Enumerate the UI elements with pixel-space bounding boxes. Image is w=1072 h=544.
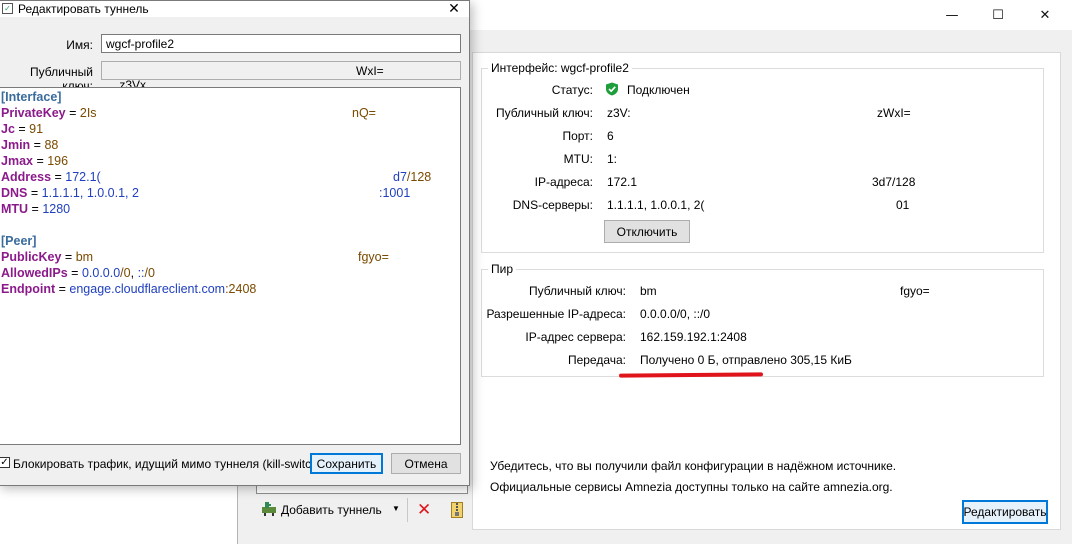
dns-key: DNS xyxy=(1,186,28,200)
allowed-ips-label: Разрешенные IP-адреса: xyxy=(486,307,626,321)
maximize-button[interactable]: ☐ xyxy=(975,0,1021,30)
peer-section-header: [Peer] xyxy=(1,234,37,248)
privatekey-key: PrivateKey xyxy=(1,106,66,120)
jmin-value: 88 xyxy=(44,138,59,152)
interface-pubkey-end: zWxI= xyxy=(877,106,911,120)
delete-icon: ✕ xyxy=(417,500,432,520)
allowedips-mask2: /0 xyxy=(144,266,155,280)
endpoint-key: Endpoint xyxy=(1,282,56,296)
dialog-close-button[interactable]: ✕ xyxy=(439,1,469,17)
jc-value: 91 xyxy=(29,122,44,136)
transfer-label: Передача: xyxy=(567,353,626,367)
transfer-value: Получено 0 Б, отправлено 305,15 КиБ xyxy=(640,353,852,367)
endpoint-port: :2408 xyxy=(225,282,257,296)
dialog-title: Редактировать туннель xyxy=(18,2,149,16)
port-label: Порт: xyxy=(562,129,593,143)
minimize-button[interactable]: — xyxy=(929,0,975,30)
allowed-ips-value: 0.0.0.0/0, ::/0 xyxy=(640,307,711,321)
mtu-key: MTU xyxy=(1,202,29,216)
ip-addresses-end: 3d7/128 xyxy=(872,175,916,189)
allowedips-key: AllowedIPs xyxy=(1,266,68,280)
server-ip-label: IP-адрес сервера: xyxy=(525,330,626,344)
jmax-value: 196 xyxy=(47,154,69,168)
add-tunnel-button[interactable]: Добавить туннель ▼ xyxy=(259,500,409,520)
interface-group-title: Интерфейс: wgcf-profile2 xyxy=(488,61,632,75)
peer-pubkey-end: fgyo= xyxy=(900,284,930,298)
toolbar-separator xyxy=(407,498,408,522)
ip-addresses-start: 172.1 xyxy=(607,175,638,189)
export-tunnels-button[interactable] xyxy=(449,500,467,520)
jmax-key: Jmax xyxy=(1,154,33,168)
security-note-line1: Убедитесь, что вы получили файл конфигур… xyxy=(490,459,897,473)
shield-check-icon xyxy=(605,82,619,96)
dialog-pubkey-end: WxI= xyxy=(356,64,384,78)
status-label: Статус: xyxy=(551,83,593,97)
allowedips-mask1: /0 xyxy=(120,266,131,280)
disconnect-button[interactable]: Отключить xyxy=(604,220,690,243)
jc-key: Jc xyxy=(1,122,15,136)
dns-servers-start: 1.1.1.1, 1.0.0.1, 2( xyxy=(607,198,705,212)
security-note-line2: Официальные сервисы Amnezia доступны тол… xyxy=(490,480,893,494)
chevron-down-icon[interactable]: ▼ xyxy=(392,504,400,513)
jmin-key: Jmin xyxy=(1,138,31,152)
address-start: 172.1( xyxy=(65,170,101,184)
config-editor[interactable]: [Interface] PrivateKey = 2Is nQ= Jc = 91 … xyxy=(0,87,461,445)
mtu-value: 1: xyxy=(607,152,618,166)
peer-pubkey-start: bm xyxy=(640,284,657,298)
privatekey-end: nQ= xyxy=(352,106,376,120)
status-value: Подключен xyxy=(627,83,690,97)
name-label: Имя: xyxy=(66,38,93,52)
publickey-key: PublicKey xyxy=(1,250,62,264)
add-tunnel-label: Добавить туннель xyxy=(281,503,382,517)
close-button[interactable]: ✕ xyxy=(1022,0,1068,30)
dns-servers-end: 01 xyxy=(896,198,910,212)
dns-servers-label: DNS-серверы: xyxy=(512,198,593,212)
peer-pubkey-label: Публичный ключ: xyxy=(528,284,626,298)
zip-archive-icon xyxy=(451,502,463,518)
ip-addresses-label: IP-адреса: xyxy=(534,175,593,189)
interface-pubkey-start: z3V: xyxy=(607,106,631,120)
publickey-end: fgyo= xyxy=(358,250,389,264)
killswitch-checkbox[interactable]: ✓ xyxy=(0,457,10,468)
delete-tunnel-button[interactable]: ✕ xyxy=(415,500,435,520)
endpoint-host: engage.cloudflareclient.com xyxy=(69,282,226,296)
edit-tunnel-dialog: ✓ Редактировать туннель ✕ Имя: wgcf-prof… xyxy=(0,0,470,486)
interface-pubkey-label: Публичный ключ: xyxy=(495,106,593,120)
allowedips-ip1: 0.0.0.0 xyxy=(81,266,121,280)
killswitch-label: Блокировать трафик, идущий мимо туннеля … xyxy=(13,457,322,471)
mtu-value-config: 1280 xyxy=(42,202,71,216)
edit-button[interactable]: Редактировать xyxy=(962,500,1048,524)
dialog-titlebar: ✓ Редактировать туннель ✕ xyxy=(0,1,469,17)
allowedips-ip2: :: xyxy=(137,266,145,280)
save-button[interactable]: Сохранить xyxy=(310,453,383,474)
dialog-pubkey-field[interactable]: z3Vx WxI= xyxy=(101,61,461,92)
address-end-mask: /128 xyxy=(406,170,432,184)
address-end-ip: d7 xyxy=(393,170,407,184)
cancel-button[interactable]: Отмена xyxy=(391,453,461,474)
publickey-start: bm xyxy=(75,250,94,264)
dns-start: 1.1.1.1, 1.0.0.1, 2 xyxy=(41,186,139,200)
name-input[interactable]: wgcf-profile2 xyxy=(101,34,461,53)
server-ip-value: 162.159.192.1:2408 xyxy=(640,330,747,344)
mtu-label: MTU: xyxy=(563,152,593,166)
dns-end: :1001 xyxy=(379,186,411,200)
allowedips-separator: , xyxy=(130,266,138,280)
edit-document-icon: ✓ xyxy=(2,3,13,14)
add-tunnel-icon xyxy=(261,501,277,517)
privatekey-start: 2Is xyxy=(79,106,97,120)
port-value: 6 xyxy=(607,129,614,143)
peer-group-title: Пир xyxy=(488,262,517,276)
interface-section-header: [Interface] xyxy=(1,90,62,104)
address-key: Address xyxy=(1,170,52,184)
